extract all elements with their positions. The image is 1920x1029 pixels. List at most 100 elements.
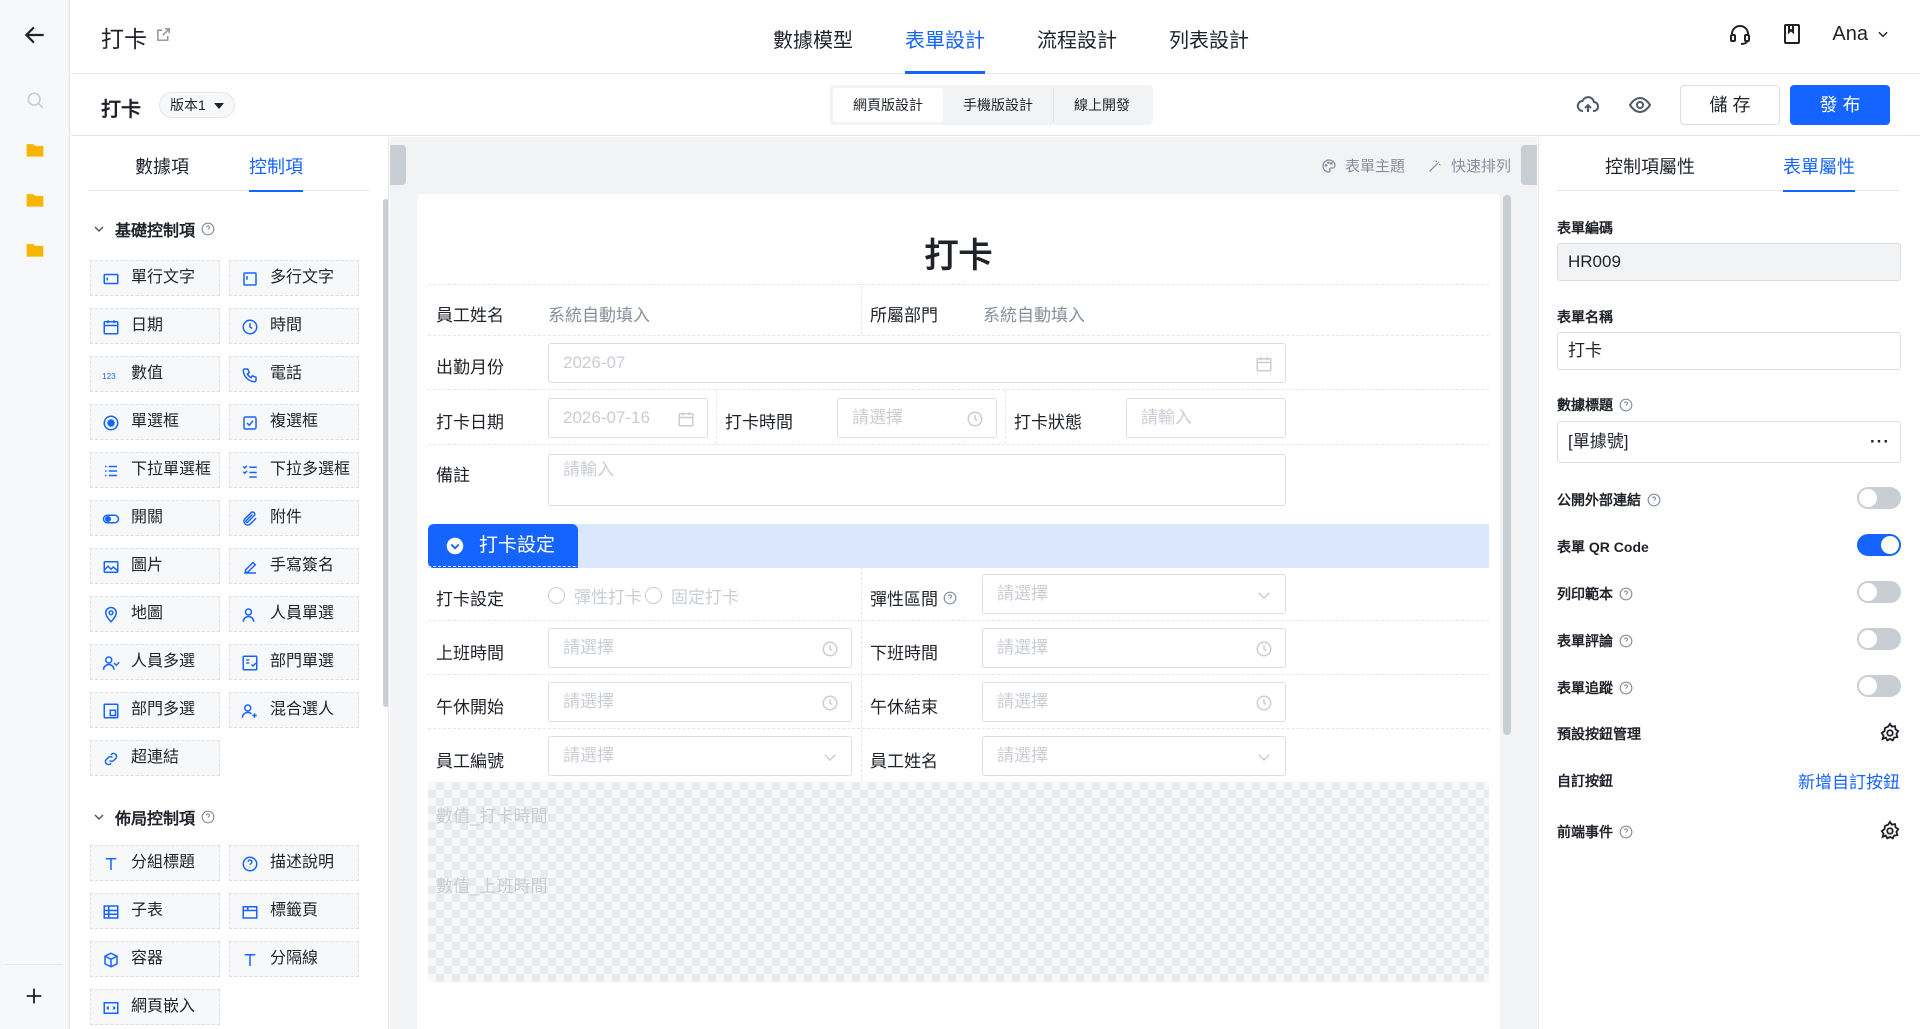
form-theme-button[interactable]: 表單主題: [1321, 155, 1405, 176]
seg-web-design[interactable]: 網頁版設計: [833, 88, 943, 122]
control-dropdown-single[interactable]: 下拉單選框: [90, 452, 220, 488]
help-icon[interactable]: [1619, 681, 1633, 695]
tab-list-design[interactable]: 列表設計: [1143, 0, 1275, 74]
tab-flow-design[interactable]: 流程設計: [1011, 0, 1143, 74]
control-dropdown-multi[interactable]: 下拉多選框: [229, 452, 359, 488]
control-checkbox[interactable]: 複選框: [229, 404, 359, 440]
radio-fixed[interactable]: 固定打卡: [645, 583, 739, 608]
tab-controls[interactable]: 控制項: [249, 153, 303, 192]
qr-code-toggle[interactable]: [1857, 534, 1901, 556]
help-icon[interactable]: [943, 591, 957, 605]
tab-data-model[interactable]: 數據模型: [747, 0, 879, 74]
control-group-title[interactable]: 分組標題: [90, 845, 220, 881]
seg-online-dev[interactable]: 線上開發: [1054, 88, 1150, 122]
control-divider[interactable]: 分隔線: [229, 941, 359, 977]
headset-icon[interactable]: [1728, 22, 1752, 46]
publish-button[interactable]: 發 布: [1790, 85, 1890, 125]
control-web-embed[interactable]: 網頁嵌入: [90, 989, 220, 1025]
folder-icon[interactable]: [25, 190, 45, 210]
gear-icon[interactable]: [1879, 722, 1901, 744]
seg-mobile-design[interactable]: 手機版設計: [943, 88, 1054, 122]
tab-form-props[interactable]: 表單屬性: [1783, 153, 1855, 192]
help-icon[interactable]: [201, 222, 215, 236]
search-icon[interactable]: [25, 90, 45, 110]
form-code-field[interactable]: HR009: [1557, 243, 1901, 281]
help-icon[interactable]: [1619, 825, 1633, 839]
control-single-text[interactable]: 單行文字: [90, 260, 220, 296]
group-title[interactable]: 打卡設定: [428, 524, 578, 568]
help-icon[interactable]: [1619, 634, 1633, 648]
form-name-field[interactable]: 打卡: [1557, 332, 1901, 370]
save-button[interactable]: 儲 存: [1680, 85, 1780, 125]
form-comment-toggle[interactable]: [1857, 628, 1901, 650]
status-input[interactable]: 請輸入: [1126, 398, 1286, 438]
control-mixed-picker[interactable]: 混合選人: [229, 692, 359, 728]
help-icon[interactable]: [1647, 493, 1661, 507]
control-container[interactable]: 容器: [90, 941, 220, 977]
control-signature[interactable]: 手寫簽名: [229, 548, 359, 584]
flex-range-select[interactable]: 請選擇: [982, 574, 1286, 614]
control-hyperlink[interactable]: 超連結: [90, 740, 220, 776]
tab-control-props[interactable]: 控制項屬性: [1605, 153, 1695, 179]
control-user-single[interactable]: 人員單選: [229, 596, 359, 632]
public-link-toggle[interactable]: [1857, 487, 1901, 509]
chevron-down-icon[interactable]: [1876, 27, 1890, 41]
add-custom-button-link[interactable]: 新增自訂按鈕: [1798, 768, 1900, 793]
date-picker[interactable]: 2026-07-16: [548, 398, 708, 438]
plus-icon[interactable]: [23, 985, 45, 1007]
radio-flex[interactable]: 彈性打卡: [548, 583, 642, 608]
tab-form-design[interactable]: 表單設計: [879, 0, 1011, 74]
control-image[interactable]: 圖片: [90, 548, 220, 584]
month-picker[interactable]: 2026-07: [548, 343, 1286, 383]
group-header[interactable]: 打卡設定: [428, 524, 1489, 568]
lunch-end-picker[interactable]: 請選擇: [982, 682, 1286, 722]
lunch-start-picker[interactable]: 請選擇: [548, 682, 852, 722]
user-name[interactable]: Ana: [1832, 23, 1868, 46]
tab-data-items[interactable]: 數據項: [135, 153, 189, 179]
help-icon[interactable]: [1619, 398, 1633, 412]
cloud-upload-icon[interactable]: [1576, 93, 1600, 117]
control-switch[interactable]: 開關: [90, 500, 220, 536]
control-phone[interactable]: 電話: [229, 356, 359, 392]
collapse-left-handle[interactable]: [390, 145, 406, 185]
end-time-picker[interactable]: 請選擇: [982, 628, 1286, 668]
print-template-toggle[interactable]: [1857, 581, 1901, 603]
control-multi-text[interactable]: 多行文字: [229, 260, 359, 296]
control-time[interactable]: 時間: [229, 308, 359, 344]
form-track-toggle[interactable]: [1857, 675, 1901, 697]
control-map[interactable]: 地圖: [90, 596, 220, 632]
book-icon[interactable]: [1780, 22, 1804, 46]
version-select[interactable]: 版本1: [159, 92, 235, 118]
folder-icon[interactable]: [25, 240, 45, 260]
canvas-scrollbar[interactable]: [1503, 195, 1511, 735]
control-description[interactable]: 描述說明: [229, 845, 359, 881]
field-label: 員工姓名: [436, 306, 504, 325]
control-subtable[interactable]: 子表: [90, 893, 220, 929]
help-icon[interactable]: [201, 810, 215, 824]
control-tabs[interactable]: 標籤頁: [229, 893, 359, 929]
control-dept-multi[interactable]: 部門多選: [90, 692, 220, 728]
start-time-picker[interactable]: 請選擇: [548, 628, 852, 668]
gear-icon[interactable]: [1879, 820, 1901, 842]
more-icon[interactable]: ···: [1870, 422, 1890, 462]
data-title-field[interactable]: [單據號] ···: [1557, 421, 1901, 463]
basic-controls-header[interactable]: 基礎控制項: [93, 217, 215, 241]
employee-name-select[interactable]: 請選擇: [982, 736, 1286, 776]
back-arrow-icon[interactable]: [22, 22, 48, 48]
quick-arrange-button[interactable]: 快速排列: [1427, 155, 1511, 176]
remark-textarea[interactable]: 請輸入: [548, 454, 1286, 506]
palette-scrollbar[interactable]: [383, 199, 388, 707]
collapse-right-handle[interactable]: [1521, 145, 1537, 185]
control-number[interactable]: 123 數值: [90, 356, 220, 392]
folder-icon[interactable]: [25, 140, 45, 160]
control-dept-single[interactable]: 部門單選: [229, 644, 359, 680]
layout-controls-header[interactable]: 佈局控制項: [93, 805, 215, 829]
employee-no-select[interactable]: 請選擇: [548, 736, 852, 776]
help-icon[interactable]: [1619, 587, 1633, 601]
eye-icon[interactable]: [1628, 93, 1652, 117]
control-date[interactable]: 日期: [90, 308, 220, 344]
control-user-multi[interactable]: 人員多選: [90, 644, 220, 680]
control-attachment[interactable]: 附件: [229, 500, 359, 536]
control-radio[interactable]: 單選框: [90, 404, 220, 440]
time-picker[interactable]: 請選擇: [837, 398, 997, 438]
